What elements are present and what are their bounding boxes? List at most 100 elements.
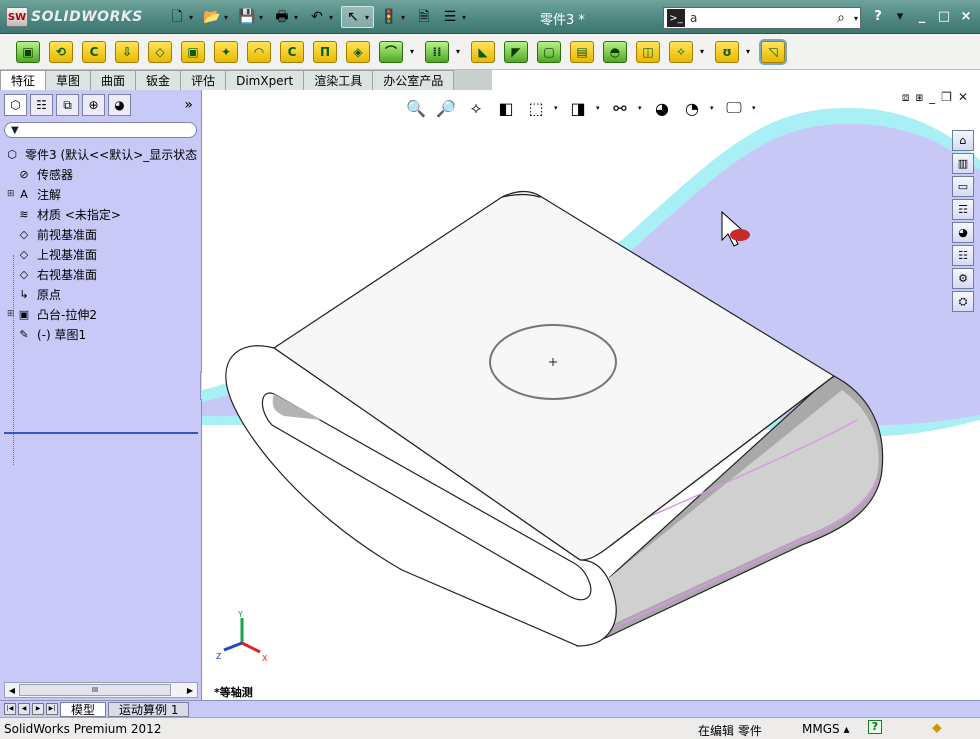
boundary-cut-button[interactable]: ◈ bbox=[344, 38, 372, 66]
help-dropdown-icon[interactable]: ▾ bbox=[892, 9, 908, 24]
select-dropdown-icon[interactable]: ▾ bbox=[363, 13, 371, 22]
tab-5[interactable]: DimXpert bbox=[225, 70, 305, 90]
draft-button[interactable]: ◤ bbox=[502, 38, 530, 66]
print-button[interactable]: 🖶 ▾ bbox=[271, 6, 302, 28]
revolved-boss-button[interactable]: ⟲ bbox=[47, 38, 75, 66]
display-manager-icon[interactable]: ◕ bbox=[108, 94, 131, 116]
tab-6[interactable]: 渲染工具 bbox=[303, 70, 374, 90]
panel-hscroll[interactable]: ◀ III ▶ bbox=[4, 682, 198, 698]
minimize-button[interactable]: _ bbox=[914, 9, 930, 24]
command-prompt-icon[interactable]: >_ bbox=[667, 9, 685, 27]
tab-7[interactable]: 办公室产品 bbox=[372, 70, 455, 90]
viewport-restore-icon[interactable]: ❐ bbox=[941, 90, 952, 105]
shell-button[interactable]: ▢ bbox=[535, 38, 563, 66]
rollback-bar[interactable] bbox=[4, 432, 198, 434]
viewport-close-icon[interactable]: ✕ bbox=[958, 90, 968, 105]
tree-filter[interactable]: ▼ bbox=[4, 122, 197, 138]
scroll-thumb[interactable]: III bbox=[19, 684, 171, 696]
new-dropdown-icon[interactable]: ▾ bbox=[187, 13, 195, 22]
app-logo[interactable]: SW SOLIDWORKS bbox=[6, 7, 143, 27]
open-dropdown-icon[interactable]: ▾ bbox=[222, 13, 230, 22]
view-palette-icon[interactable]: ☶ bbox=[952, 199, 974, 220]
tree-item[interactable]: ⊞ A 注解 bbox=[0, 184, 201, 204]
apply-scene-dropdown-icon[interactable]: ▾ bbox=[710, 104, 716, 112]
previous-view-icon[interactable]: ⟡ bbox=[464, 96, 488, 120]
property-manager-icon[interactable]: ☷ bbox=[30, 94, 53, 116]
lofted-boss-button[interactable]: ⇩ bbox=[113, 38, 141, 66]
tree-item[interactable]: ✎ (-) 草图1 bbox=[0, 324, 201, 344]
boundary-boss-button[interactable]: ◇ bbox=[146, 38, 174, 66]
tab-4[interactable]: 评估 bbox=[180, 70, 227, 90]
zoom-to-area-icon[interactable]: 🔎 bbox=[434, 96, 458, 120]
tree-item[interactable]: ↳ 原点 bbox=[0, 284, 201, 304]
save-dropdown-icon[interactable]: ▾ bbox=[257, 13, 265, 22]
tree-item[interactable]: ◇ 右视基准面 bbox=[0, 264, 201, 284]
tab-nav-next-icon[interactable]: ▶ bbox=[32, 703, 44, 715]
curves-button[interactable]: ʊ bbox=[713, 38, 741, 66]
home-icon[interactable]: ⌂ bbox=[952, 130, 974, 151]
fillet-dropdown-icon[interactable]: ▾ bbox=[410, 47, 418, 56]
tree-root[interactable]: ⬡ 零件3 (默认<<默认>_显示状态 bbox=[0, 144, 201, 164]
undo-button[interactable]: ↶ ▾ bbox=[306, 6, 337, 28]
view-settings-icon[interactable]: 🖵 bbox=[722, 96, 746, 120]
wrap-button[interactable]: ▤ bbox=[568, 38, 596, 66]
mirror-button[interactable]: ◫ bbox=[634, 38, 662, 66]
linear-pattern-button[interactable]: ⁞⁞ bbox=[423, 38, 451, 66]
search-dropdown-icon[interactable]: ▾ bbox=[852, 14, 860, 23]
dimxpert-manager-icon[interactable]: ⊕ bbox=[82, 94, 105, 116]
options-button[interactable]: ☰ ▾ bbox=[439, 6, 470, 28]
view-orientation-dropdown-icon[interactable]: ▾ bbox=[554, 104, 560, 112]
rebuild-dropdown-icon[interactable]: ▾ bbox=[399, 13, 407, 22]
rib-button[interactable]: ◣ bbox=[469, 38, 497, 66]
tab-3[interactable]: 钣金 bbox=[135, 70, 182, 90]
extruded-boss-button[interactable]: ▣ bbox=[14, 38, 42, 66]
instant3d-button[interactable]: ◹ bbox=[759, 38, 787, 66]
close-button[interactable]: × bbox=[958, 9, 974, 24]
edit-appearance-icon[interactable]: ◕ bbox=[650, 96, 674, 120]
tolerance-icon[interactable]: ⚙ bbox=[952, 268, 974, 289]
search-icon[interactable]: ⌕ bbox=[830, 10, 852, 26]
print-dropdown-icon[interactable]: ▾ bbox=[292, 13, 300, 22]
hide-show-items-icon[interactable]: ⚯ bbox=[608, 96, 632, 120]
file-properties-button[interactable]: 🗎 bbox=[413, 6, 435, 28]
tab-motion-study[interactable]: 运动算例 1 bbox=[108, 701, 190, 717]
panel-more-icon[interactable]: » bbox=[184, 97, 193, 113]
restore-viewport-icon[interactable]: ⧈ bbox=[902, 90, 910, 105]
revolved-cut-button[interactable]: ◠ bbox=[245, 38, 273, 66]
swept-boss-button[interactable]: C bbox=[80, 38, 108, 66]
extruded-cut-button[interactable]: ▣ bbox=[179, 38, 207, 66]
reference-geometry-button[interactable]: ✧ bbox=[667, 38, 695, 66]
reference-triad[interactable] bbox=[223, 618, 261, 654]
custom-properties-icon[interactable]: ☷ bbox=[952, 245, 974, 266]
file-explorer-icon[interactable]: ▭ bbox=[952, 176, 974, 197]
reference-geometry-dropdown-icon[interactable]: ▾ bbox=[700, 47, 708, 56]
view-settings-dropdown-icon[interactable]: ▾ bbox=[752, 104, 758, 112]
dome-button[interactable]: ◓ bbox=[601, 38, 629, 66]
view-orientation-icon[interactable]: ⬚ bbox=[524, 96, 548, 120]
undo-dropdown-icon[interactable]: ▾ bbox=[327, 13, 335, 22]
maximize-button[interactable]: □ bbox=[936, 9, 952, 24]
expand-viewport-icon[interactable]: ⧆ bbox=[916, 90, 924, 105]
save-button[interactable]: 💾 ▾ bbox=[236, 6, 267, 28]
hole-wizard-button[interactable]: ✦ bbox=[212, 38, 240, 66]
zoom-to-fit-icon[interactable]: 🔍 bbox=[404, 96, 428, 120]
design-library-icon[interactable]: ▥ bbox=[952, 153, 974, 174]
tree-item[interactable]: ◇ 上视基准面 bbox=[0, 244, 201, 264]
search-box[interactable]: >_ a ⌕ ▾ bbox=[663, 7, 861, 29]
section-view-icon[interactable]: ◧ bbox=[494, 96, 518, 120]
tab-0[interactable]: 特征 bbox=[0, 70, 47, 90]
rebuild-button[interactable]: 🚦 ▾ bbox=[378, 6, 409, 28]
appearances-icon[interactable]: ◕ bbox=[952, 222, 974, 243]
apply-scene-icon[interactable]: ◔ bbox=[680, 96, 704, 120]
open-button[interactable]: 📂 ▾ bbox=[201, 6, 232, 28]
tag-icon[interactable]: ⬥ bbox=[932, 720, 942, 736]
select-button[interactable]: ↖ ▾ bbox=[341, 6, 374, 28]
expand-icon[interactable]: ⊞ bbox=[7, 189, 16, 199]
tab-1[interactable]: 草图 bbox=[45, 70, 92, 90]
swept-cut-button[interactable]: C bbox=[278, 38, 306, 66]
model-canvas[interactable] bbox=[202, 90, 980, 700]
hide-show-items-dropdown-icon[interactable]: ▾ bbox=[638, 104, 644, 112]
display-style-icon[interactable]: ◨ bbox=[566, 96, 590, 120]
feature-manager-icon[interactable]: ⬡ bbox=[4, 94, 27, 116]
display-style-dropdown-icon[interactable]: ▾ bbox=[596, 104, 602, 112]
